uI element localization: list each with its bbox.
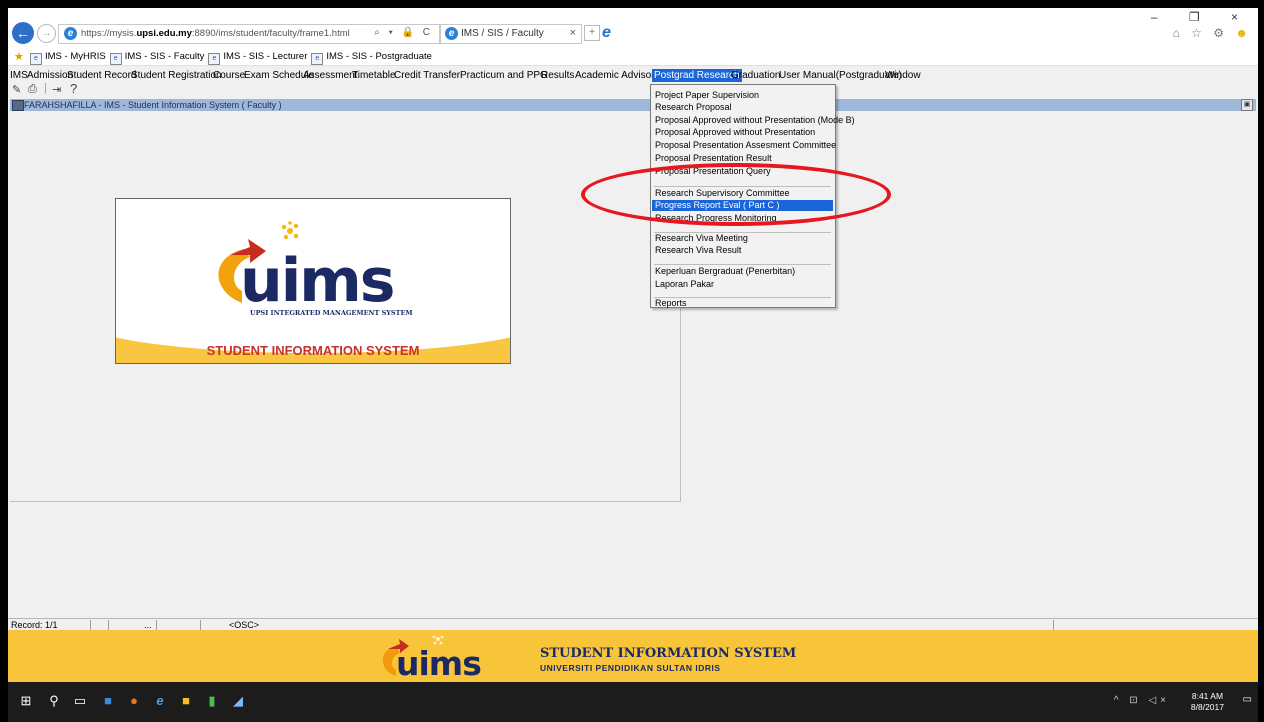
toolbar-divider: | xyxy=(44,82,47,94)
favorite-page-icon: e xyxy=(30,53,42,65)
help-icon[interactable]: ? xyxy=(70,81,77,96)
favorite-item[interactable]: e IMS - SIS - Postgraduate xyxy=(311,51,432,65)
paint-icon[interactable]: ◢ xyxy=(230,693,246,709)
logo-banner-text: STUDENT INFORMATION SYSTEM xyxy=(206,343,420,358)
footer-uims-logo: uims xyxy=(382,635,482,680)
dropdown-item-project-paper-supervision[interactable]: Project Paper Supervision xyxy=(652,90,833,101)
menu-academic-advisory[interactable]: Academic Advisory xyxy=(575,70,659,81)
print-icon[interactable]: ⎙ xyxy=(28,83,37,96)
new-tab-icon[interactable]: + xyxy=(584,25,600,41)
logo-subtitle: UPSI INTEGRATED MANAGEMENT SYSTEM xyxy=(250,309,413,317)
favorites-bar: ★ e IMS - MyHRIS e IMS - SIS - Faculty e IMS … xyxy=(8,48,1258,66)
menu-ims[interactable]: IMS xyxy=(10,70,28,81)
menu-assessment[interactable]: Assessment xyxy=(303,70,357,81)
browser-tools[interactable]: ⌂ ☆ ⚙ ☻ xyxy=(1173,26,1252,40)
status-mode: <OSC> xyxy=(229,620,260,630)
dropdown-item-research-proposal[interactable]: Research Proposal xyxy=(652,102,833,113)
footer-subtitle: UNIVERSITI PENDIDIKAN SULTAN IDRIS xyxy=(540,663,721,673)
favorite-item[interactable]: e IMS - SIS - Lecturer xyxy=(208,51,308,65)
tab-ims-sis-faculty[interactable]: e IMS / SIS / Faculty × xyxy=(440,24,582,44)
menu-student-registration[interactable]: Student Registration xyxy=(131,70,222,81)
ims-window-title: FARAHSHAFILLA - IMS - Student Informatio… xyxy=(24,100,282,110)
restore-icon[interactable]: ▣ xyxy=(1241,99,1253,111)
app-icon[interactable]: ▮ xyxy=(204,693,220,709)
favorite-label: IMS - SIS - Lecturer xyxy=(223,51,308,62)
ie-logo-icon: e xyxy=(602,24,611,41)
dropdown-item-keperluan-bergraduat-penerbitan[interactable]: Keperluan Bergraduat (Penerbitan) xyxy=(652,266,833,277)
footer-brand-text: uims xyxy=(396,644,481,680)
app-menubar: IMS Admission Student Record Student Regist… xyxy=(8,68,1258,83)
dropdown-item-proposal-presentation-assesment-committee[interactable]: Proposal Presentation Assesment Committe… xyxy=(652,140,836,151)
clock-date: 8/8/2017 xyxy=(1190,702,1224,712)
clock-time: 8:41 AM xyxy=(1191,691,1224,701)
internet-explorer-icon[interactable]: e xyxy=(152,693,168,709)
edit-icon[interactable]: ✎ xyxy=(12,83,21,96)
menu-window[interactable]: Window xyxy=(885,70,921,81)
favorite-page-icon: e xyxy=(311,53,324,65)
menu-separator xyxy=(654,264,831,265)
logo-brand-text: uims xyxy=(240,246,394,316)
record-count: Record: 1/1 xyxy=(11,620,58,630)
ie-tab-icon: e xyxy=(445,27,458,40)
favorite-label: IMS - SIS - Postgraduate xyxy=(326,51,432,62)
footer-title: STUDENT INFORMATION SYSTEM xyxy=(540,646,797,661)
window-icon xyxy=(12,100,24,111)
system-tray-icons[interactable]: ^ ⊡ ◁× xyxy=(1114,695,1170,706)
favorite-label: IMS - MyHRIS xyxy=(45,51,106,62)
address-bar[interactable]: e https://mysis.upsi.edu.my:8890/ims/stu… xyxy=(58,24,440,44)
browser-titlebar: ← → e https://mysis.upsi.edu.my:8890/ims… xyxy=(8,8,1258,48)
file-explorer-icon[interactable]: ■ xyxy=(100,693,116,709)
tab-title: IMS / SIS / Faculty xyxy=(461,28,544,39)
dropdown-item-proposal-approved-without-presentation[interactable]: Proposal Approved without Presentation xyxy=(652,127,833,138)
window-controls[interactable]: – ❐ × xyxy=(1151,10,1252,24)
dropdown-item-laporan-pakar[interactable]: Laporan Pakar xyxy=(652,279,833,290)
back-icon[interactable]: ← xyxy=(12,22,34,44)
dropdown-item-research-viva-result[interactable]: Research Viva Result xyxy=(652,245,833,256)
menu-timetable[interactable]: Timetable xyxy=(352,70,396,81)
favorites-star-icon[interactable]: ★ xyxy=(14,50,24,63)
forward-icon[interactable]: → xyxy=(37,24,56,43)
menu-graduation[interactable]: Graduation xyxy=(731,70,780,81)
uims-footer: uims STUDENT INFORMATION SYSTEM UNIVERSI… xyxy=(8,630,1258,682)
menu-user-manual-postgraduate[interactable]: User Manual(Postgraduate) xyxy=(779,70,902,81)
windows-start-icon[interactable]: ⊞ xyxy=(18,693,34,709)
screen: ← → e https://mysis.upsi.edu.my:8890/ims… xyxy=(8,8,1258,722)
favorites-list: e IMS - MyHRIS e IMS - SIS - Faculty e IMS - … xyxy=(30,51,436,65)
menu-postgrad-research[interactable]: Postgrad Research xyxy=(652,69,742,82)
annotation-ellipse xyxy=(581,163,891,226)
firefox-icon[interactable]: ● xyxy=(126,693,142,709)
taskbar-clock[interactable]: 8:41 AM 8/8/2017 xyxy=(1191,691,1224,713)
exit-icon[interactable]: ⇥ xyxy=(52,83,61,96)
task-view-icon[interactable]: ▭ xyxy=(72,693,88,709)
ie-page-icon: e xyxy=(64,27,77,40)
favorite-label: IMS - SIS - Faculty xyxy=(124,51,205,62)
windows-taskbar: ⊞ ⚲ ▭ ■ ● e ■ ▮ ◢ ^ ⊡ ◁× 8:41 AM 8/8/201… xyxy=(8,682,1258,722)
notification-icon[interactable]: ▭ xyxy=(1243,694,1252,705)
favorite-page-icon: e xyxy=(109,53,122,65)
menu-practicum-and-ppg[interactable]: Practicum and PPG xyxy=(460,70,548,81)
search-icon[interactable]: ⚲ xyxy=(46,693,62,709)
favorite-item[interactable]: e IMS - SIS - Faculty xyxy=(109,51,205,65)
favorite-item[interactable]: e IMS - MyHRIS xyxy=(30,51,106,65)
smiley-feedback-icon[interactable]: ☻ xyxy=(1235,26,1252,40)
sticky-notes-icon[interactable]: ■ xyxy=(178,693,194,709)
menu-results[interactable]: Results xyxy=(541,70,574,81)
tab-close-icon[interactable]: × xyxy=(570,27,576,39)
favorite-page-icon: e xyxy=(208,53,221,65)
status-dots: ... xyxy=(144,620,152,630)
dropdown-item-reports[interactable]: Reports xyxy=(652,298,833,309)
dropdown-item-research-viva-meeting[interactable]: Research Viva Meeting xyxy=(652,233,833,244)
dropdown-item-proposal-approved-without-presentation-mode-b[interactable]: Proposal Approved without Presentation (… xyxy=(652,115,855,126)
menu-credit-transfer[interactable]: Credit Transfer xyxy=(394,70,460,81)
url-text: https://mysis.upsi.edu.my:8890/ims/stude… xyxy=(81,28,350,39)
menu-student-record[interactable]: Student Record xyxy=(67,70,137,81)
uims-logo-panel: uims UPSI INTEGRATED MANAGEMENT SYSTEM S… xyxy=(115,198,511,364)
menu-course[interactable]: Course xyxy=(213,70,245,81)
ims-window-titlebar: FARAHSHAFILLA - IMS - Student Informatio… xyxy=(10,99,1256,111)
address-tools[interactable]: ⌕ ▾ 🔒 C xyxy=(374,27,433,38)
uims-logo: uims UPSI INTEGRATED MANAGEMENT SYSTEM xyxy=(218,221,413,317)
